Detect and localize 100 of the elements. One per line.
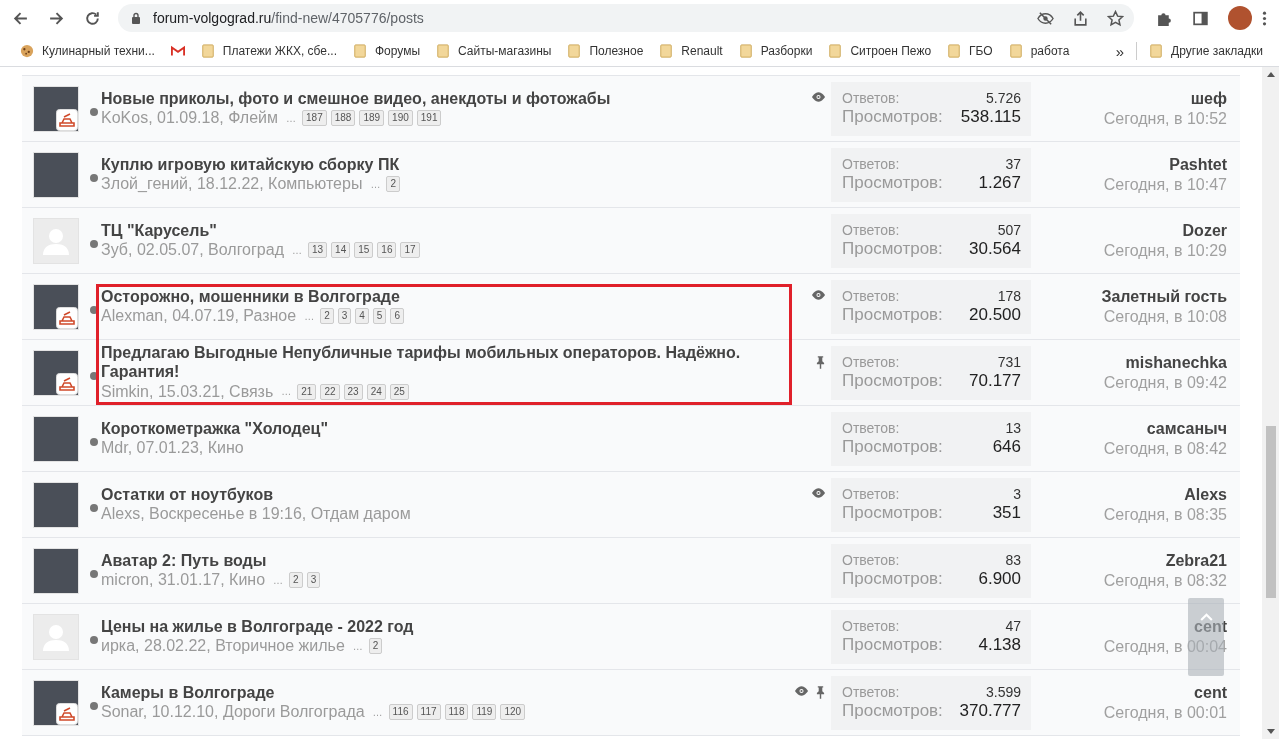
bookmark-item[interactable]: ГБО (939, 39, 1001, 63)
views-count: 370.777 (958, 701, 1021, 721)
page-link[interactable]: 6 (390, 308, 404, 324)
thread-title-link[interactable]: ТЦ "Карусель" (101, 220, 781, 240)
page-link[interactable]: 24 (366, 383, 386, 400)
bookmark-item[interactable]: Форумы (345, 39, 429, 63)
page-link[interactable]: 119 (472, 704, 497, 720)
last-poster-link[interactable]: самсаныч (1146, 419, 1227, 438)
thread-title-link[interactable]: Камеры в Волгограде (101, 682, 781, 702)
page-link[interactable]: 5 (372, 308, 387, 324)
page-ellipsis: … (292, 244, 302, 256)
page-link[interactable]: 188 (330, 110, 356, 126)
scrollbar[interactable] (1262, 67, 1279, 739)
last-poster-link[interactable]: Pashtet (1169, 155, 1227, 174)
thread-title-link[interactable]: Цены на жилье в Волгограде - 2022 год (101, 616, 781, 636)
page-link[interactable]: 189 (359, 110, 385, 126)
page-link[interactable]: 2 (320, 308, 334, 324)
page-link[interactable]: 191 (416, 110, 442, 126)
replies-label: Ответов: (842, 420, 901, 436)
menu-icon[interactable] (1262, 9, 1267, 27)
last-poster-link[interactable]: Залетный гость (1101, 287, 1227, 306)
page-link[interactable]: 2 (368, 638, 383, 654)
thread-title-link[interactable]: Остатки от ноутбуков (101, 484, 781, 504)
page-link[interactable]: 3 (337, 308, 352, 324)
last-poster-link[interactable]: cent (1194, 683, 1227, 702)
thread-title-link[interactable]: Куплю игровую китайскую сборку ПК (101, 154, 781, 174)
thread-title-link[interactable]: Короткометражка "Холодец" (101, 418, 781, 438)
bookmark-item[interactable]: работа (1000, 39, 1078, 63)
avatar-photo-placeholder[interactable] (34, 416, 78, 461)
sidebar-icon[interactable] (1192, 9, 1209, 27)
page-link[interactable]: 117 (416, 704, 441, 720)
scroll-down-icon[interactable] (1266, 729, 1275, 734)
page-link[interactable]: 3 (306, 572, 321, 588)
avatar-photo-placeholder[interactable] (34, 152, 78, 197)
thread-title-link[interactable]: Предлагаю Выгодные Непубличные тарифы мобильных операторов. Надёжно. Гарантия! (101, 343, 781, 381)
reload-icon[interactable] (84, 9, 101, 27)
thread-meta: Зуб, 02.05.07, Волгоград (101, 241, 284, 259)
avatar-photo-placeholder[interactable] (34, 284, 78, 329)
bookmark-item[interactable]: Платежи ЖКХ, сбе... (192, 39, 345, 63)
bookmark-item[interactable]: Ситроен Пежо (820, 39, 940, 63)
replies-count: 507 (996, 222, 1021, 238)
views-label: Просмотров: (842, 173, 944, 193)
page-link[interactable]: 23 (343, 383, 363, 400)
page-link[interactable]: 2 (289, 572, 303, 588)
page-link[interactable]: 13 (308, 242, 328, 258)
last-poster-link[interactable]: Zebra21 (1165, 551, 1227, 570)
eye-slash-icon[interactable] (1037, 9, 1054, 27)
page-link[interactable]: 15 (354, 242, 374, 258)
star-icon[interactable] (1107, 9, 1124, 27)
bookmark-item[interactable]: Полезное (559, 39, 652, 63)
folder-icon (200, 44, 215, 58)
avatar-photo-placeholder[interactable] (34, 548, 78, 593)
views-count: 1.267 (977, 173, 1021, 193)
page-link[interactable]: 4 (355, 308, 369, 324)
avatar-photo-placeholder[interactable] (34, 350, 78, 395)
page-link[interactable]: 14 (331, 242, 351, 258)
scroll-up-icon[interactable] (1266, 72, 1275, 77)
bullet-icon (90, 239, 98, 248)
share-icon[interactable] (1072, 9, 1089, 27)
last-poster-link[interactable]: Dozer (1182, 221, 1227, 240)
page-link[interactable]: 25 (389, 383, 409, 400)
page-link[interactable]: 118 (444, 704, 469, 720)
replies-label: Ответов: (842, 354, 901, 370)
views-count: 6.900 (977, 569, 1021, 589)
cookie-icon (20, 44, 34, 58)
last-poster-link[interactable]: mishanechka (1125, 353, 1227, 372)
thread-title-link[interactable]: Осторожно, мошенники в Волгограде (101, 286, 781, 306)
bookmark-item[interactable]: Кулинарный техни... (12, 39, 163, 63)
more-bookmarks-button[interactable]: » (1107, 42, 1133, 60)
page-link[interactable]: 21 (297, 383, 317, 400)
bookmark-item[interactable]: Другие закладки (1141, 39, 1271, 63)
last-poster-link[interactable]: Alexs (1184, 485, 1227, 504)
bookmark-item[interactable]: Renault (651, 39, 731, 63)
folder-icon (436, 44, 451, 58)
page-link[interactable]: 187 (302, 110, 327, 126)
address-bar[interactable]: forum-volgograd.ru/find-new/4705776/posts (118, 4, 1134, 32)
page-link[interactable]: 120 (500, 704, 526, 720)
folder-icon (659, 44, 674, 58)
folder-icon (353, 44, 367, 58)
thread-meta: Злой_гений, 18.12.22, Компьютеры (101, 175, 363, 193)
bookmark-item[interactable]: Сайты-магазины (428, 39, 560, 63)
scrollbar-thumb[interactable] (1265, 426, 1276, 598)
page-link[interactable]: 16 (377, 242, 397, 258)
page-link[interactable]: 17 (400, 242, 420, 258)
last-poster-link[interactable]: шеф (1190, 89, 1227, 108)
bookmark-item[interactable]: Разборки (730, 39, 821, 63)
avatar-photo-placeholder[interactable] (34, 680, 78, 725)
page-link[interactable]: 2 (386, 176, 400, 192)
page-link[interactable]: 116 (388, 704, 413, 720)
thread-title-link[interactable]: Аватар 2: Путь воды (101, 550, 781, 570)
profile-avatar[interactable] (1228, 6, 1252, 30)
page-link[interactable]: 190 (388, 110, 413, 126)
views-label: Просмотров: (842, 635, 944, 655)
page-link[interactable]: 22 (320, 383, 340, 400)
replies-label: Ответов: (842, 288, 901, 304)
views-label: Просмотров: (842, 305, 944, 325)
avatar-photo-placeholder[interactable] (34, 482, 78, 527)
replies-count: 83 (1004, 552, 1021, 568)
thread-title-link[interactable]: Новые приколы, фото и смешное видео, анекдоты и фотожабы (101, 88, 781, 108)
avatar-photo-placeholder[interactable] (34, 86, 78, 131)
